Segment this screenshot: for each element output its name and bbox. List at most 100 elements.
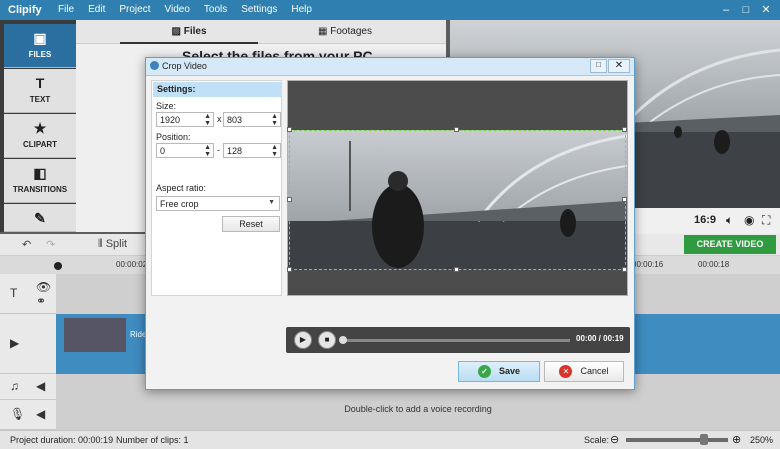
tab-label: Footages (330, 26, 372, 37)
camera-icon[interactable]: ◉ (744, 213, 754, 227)
sidebar-item-label: CLIPART (22, 140, 58, 149)
menu-video[interactable]: Video (164, 4, 189, 15)
scale-label: Scale: (584, 435, 610, 445)
crop-handle[interactable] (287, 267, 292, 272)
minimize-button[interactable]: – (718, 2, 734, 18)
close-button[interactable]: ✕ (758, 2, 774, 18)
create-video-button[interactable]: CREATE VIDEO (684, 235, 776, 254)
star-icon: ★ (33, 120, 47, 136)
sidebar-item-transitions[interactable]: ◧ TRANSITIONS (4, 159, 76, 203)
menu-bar: File Edit Project Video Tools Settings H… (58, 4, 326, 15)
fullscreen-icon[interactable]: ⛶ (762, 213, 770, 228)
menu-file[interactable]: File (58, 4, 74, 15)
save-button[interactable]: ✓ Save (458, 361, 540, 382)
save-label: Save (498, 366, 521, 376)
menu-edit[interactable]: Edit (88, 4, 105, 15)
position-y-value: 128 (227, 146, 243, 156)
cancel-label: Cancel (580, 366, 609, 376)
crop-preview-area[interactable] (287, 80, 628, 296)
video-camera-icon: ▶︎ (10, 336, 20, 350)
voice-track-header: 🎙︎ ◀︎ (0, 400, 56, 430)
tab-footages[interactable]: ▦ Footages (276, 20, 414, 44)
seek-bar[interactable] (340, 339, 570, 342)
position-y-input[interactable]: 128 ▲ ▼ (223, 143, 281, 158)
image-icon: ▨ (171, 26, 184, 37)
settings-header: Settings: (153, 82, 282, 97)
maximize-button[interactable]: □ (738, 2, 754, 18)
status-bar: Project duration: 00:00:19 Number of cli… (0, 430, 780, 449)
sidebar-item-label: FILES (28, 50, 52, 59)
dialog-app-icon (150, 61, 159, 70)
play-button[interactable]: ▶ (294, 331, 312, 349)
crop-handle[interactable] (454, 127, 459, 132)
text-track-header: T 👁︎ ⚭ (0, 274, 56, 314)
dialog-player-controls: ▶ ■ 00:00 / 00:19 (286, 327, 630, 353)
track-headers: T 👁︎ ⚭ ▶︎ ♫ ◀︎ 🎙︎ ◀︎ (0, 274, 56, 430)
film-icon: ▣ (33, 30, 47, 46)
sidebar-item-clipart[interactable]: ★ CLIPART (4, 114, 76, 158)
position-x-input[interactable]: 0 ▲ ▼ (156, 143, 214, 158)
menu-settings[interactable]: Settings (241, 4, 277, 15)
app-brand: Clipify (8, 4, 42, 16)
crop-handle[interactable] (622, 267, 627, 272)
tab-files[interactable]: ▨ Files (120, 20, 258, 44)
width-input[interactable]: 1920 ▲ ▼ (156, 112, 214, 127)
redo-icon[interactable]: ↷ (46, 238, 55, 251)
spinner-arrows-icon[interactable]: ▲ ▼ (204, 144, 211, 158)
zoom-slider-knob[interactable] (700, 434, 708, 445)
crop-video-dialog: Crop Video □ ✕ Settings: Size: 1920 ▲ ▼ x… (145, 57, 635, 390)
split-icon: ⫴ (98, 238, 106, 250)
speaker-icon[interactable]: ◀︎ (36, 407, 45, 421)
height-input[interactable]: 803 ▲ ▼ (223, 112, 281, 127)
playhead[interactable] (54, 262, 62, 270)
sidebar-item-text[interactable]: T TEXT (4, 69, 76, 113)
zoom-in-icon[interactable]: ⊕ (732, 433, 741, 446)
chevron-down-icon: ▼ (268, 199, 275, 206)
crop-handle[interactable] (287, 127, 292, 132)
sidebar-item-effects[interactable]: ✎ (4, 204, 76, 232)
size-label: Size: (156, 101, 177, 111)
menu-tools[interactable]: Tools (204, 4, 227, 15)
dialog-close-button[interactable]: ✕ (608, 59, 630, 73)
aspect-ratio-select[interactable]: Free crop ▼ (156, 196, 280, 211)
stop-button[interactable]: ■ (318, 331, 336, 349)
spinner-arrows-icon[interactable]: ▲ ▼ (204, 113, 211, 127)
text-icon: T (35, 75, 45, 91)
split-button[interactable]: ⫴ Split (98, 238, 127, 251)
link-icon[interactable]: ⚭ (36, 294, 46, 308)
voice-recording-hint[interactable]: Double-click to add a voice recording (56, 404, 780, 414)
dialog-maximize-button[interactable]: □ (590, 59, 607, 73)
footage-icon: ▦ (318, 26, 331, 37)
dialog-title-bar: Crop Video □ ✕ (146, 58, 634, 76)
speaker-icon[interactable]: ◀︎ (36, 379, 45, 393)
undo-icon[interactable]: ↶ (22, 238, 31, 251)
position-label: Position: (156, 132, 191, 142)
spinner-arrows-icon[interactable]: ▲ ▼ (271, 113, 278, 127)
aspect-ratio-selector[interactable]: 16:9 (694, 214, 716, 226)
aspect-ratio-label: Aspect ratio: (156, 183, 207, 193)
magic-wand-icon: ✎ (34, 210, 46, 226)
volume-icon[interactable]: 🔈︎ (726, 213, 733, 228)
eye-icon[interactable]: 👁︎ (36, 280, 51, 294)
menu-project[interactable]: Project (119, 4, 150, 15)
zoom-out-icon[interactable]: ⊖ (610, 433, 619, 446)
spinner-arrows-icon[interactable]: ▲ ▼ (271, 144, 278, 158)
sidebar-item-files[interactable]: ▣ FILES (4, 24, 76, 68)
menu-help[interactable]: Help (291, 4, 312, 15)
crop-frame[interactable] (289, 130, 626, 270)
tab-label: Files (183, 26, 207, 37)
cancel-button[interactable]: ✕ Cancel (544, 361, 624, 382)
crop-handle[interactable] (622, 197, 627, 202)
crop-handle[interactable] (454, 267, 459, 272)
crop-handle[interactable] (287, 197, 292, 202)
music-track-header: ♫ ◀︎ (0, 374, 56, 400)
zoom-slider[interactable] (626, 438, 728, 442)
seek-knob[interactable] (339, 336, 347, 344)
crop-handle[interactable] (622, 127, 627, 132)
position-x-value: 0 (160, 146, 166, 156)
ruler-tick: 00:00:18 (698, 260, 730, 269)
clip-thumbnail (64, 318, 126, 352)
clip-label: Ride (130, 330, 147, 339)
reset-button[interactable]: Reset (222, 216, 280, 232)
music-icon: ♫ (10, 379, 19, 393)
